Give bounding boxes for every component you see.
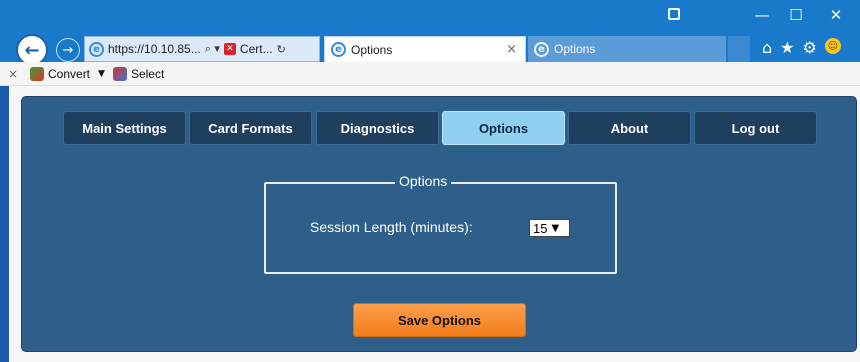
nav-about[interactable]: About — [568, 111, 691, 145]
nav-log-out[interactable]: Log out — [694, 111, 817, 145]
close-tab-button[interactable]: × — [506, 42, 517, 57]
session-length-select[interactable]: 15 ▼ — [529, 219, 570, 237]
tab-options-active[interactable]: e Options × — [324, 36, 526, 62]
certificate-error-icon[interactable]: ✕ — [223, 43, 236, 55]
window-left-edge — [0, 86, 9, 362]
refresh-icon[interactable]: ↻ — [277, 43, 286, 56]
session-length-label: Session Length (minutes): — [310, 219, 473, 235]
arrow-right-icon: → — [62, 42, 74, 58]
ie-logo-icon: e — [331, 42, 346, 57]
minimize-button[interactable]: — — [752, 6, 772, 24]
gear-icon[interactable]: ⚙ — [803, 38, 817, 57]
search-icon[interactable]: ⌕ ▾ — [205, 42, 220, 56]
browser-toolbar-icons: ⌂ ★ ⚙ ☺ — [762, 38, 841, 57]
tab-options-2[interactable]: e Options — [528, 36, 726, 62]
convert-button[interactable]: Convert ▼ — [30, 66, 105, 81]
new-tab-button[interactable] — [728, 36, 750, 62]
nav-main-settings[interactable]: Main Settings — [63, 111, 186, 145]
address-url[interactable]: https://10.10.85... — [108, 42, 201, 56]
select-pdf-icon — [112, 66, 127, 81]
nav-diagnostics[interactable]: Diagnostics — [316, 111, 439, 145]
session-length-value: 15 — [533, 220, 548, 236]
tab-title: Options — [554, 42, 596, 56]
ie-logo-icon: e — [89, 41, 104, 57]
home-icon[interactable]: ⌂ — [762, 38, 772, 57]
save-options-button[interactable]: Save Options — [353, 303, 526, 337]
ie-logo-icon: e — [534, 41, 549, 57]
address-bar[interactable]: e https://10.10.85... ⌕ ▾ ✕ Cert... ↻ — [84, 36, 320, 62]
convert-label: Convert — [48, 66, 91, 81]
feedback-smiley-icon[interactable]: ☺ — [824, 38, 841, 54]
nav-card-formats[interactable]: Card Formats — [189, 111, 312, 145]
convert-pdf-icon — [30, 66, 44, 81]
star-icon[interactable]: ★ — [780, 38, 794, 57]
command-bar: × Convert ▼ Select — [0, 62, 860, 86]
chevron-down-icon[interactable]: ▼ — [98, 69, 105, 79]
chevron-down-icon: ▼ — [551, 222, 560, 234]
select-label: Select — [130, 66, 165, 81]
tab-title: Options — [351, 42, 393, 57]
arrow-left-icon: ← — [24, 39, 40, 61]
close-command-bar-icon[interactable]: × — [8, 67, 22, 81]
close-window-button[interactable]: ✕ — [826, 6, 846, 24]
maximize-button[interactable]: ☐ — [786, 6, 806, 24]
extension-icon[interactable] — [668, 8, 680, 20]
select-button[interactable]: Select — [112, 66, 165, 81]
forward-button[interactable]: → — [56, 38, 80, 62]
options-legend: Options — [395, 173, 452, 189]
nav-options[interactable]: Options — [442, 111, 565, 145]
certificate-label[interactable]: Cert... — [240, 42, 273, 56]
